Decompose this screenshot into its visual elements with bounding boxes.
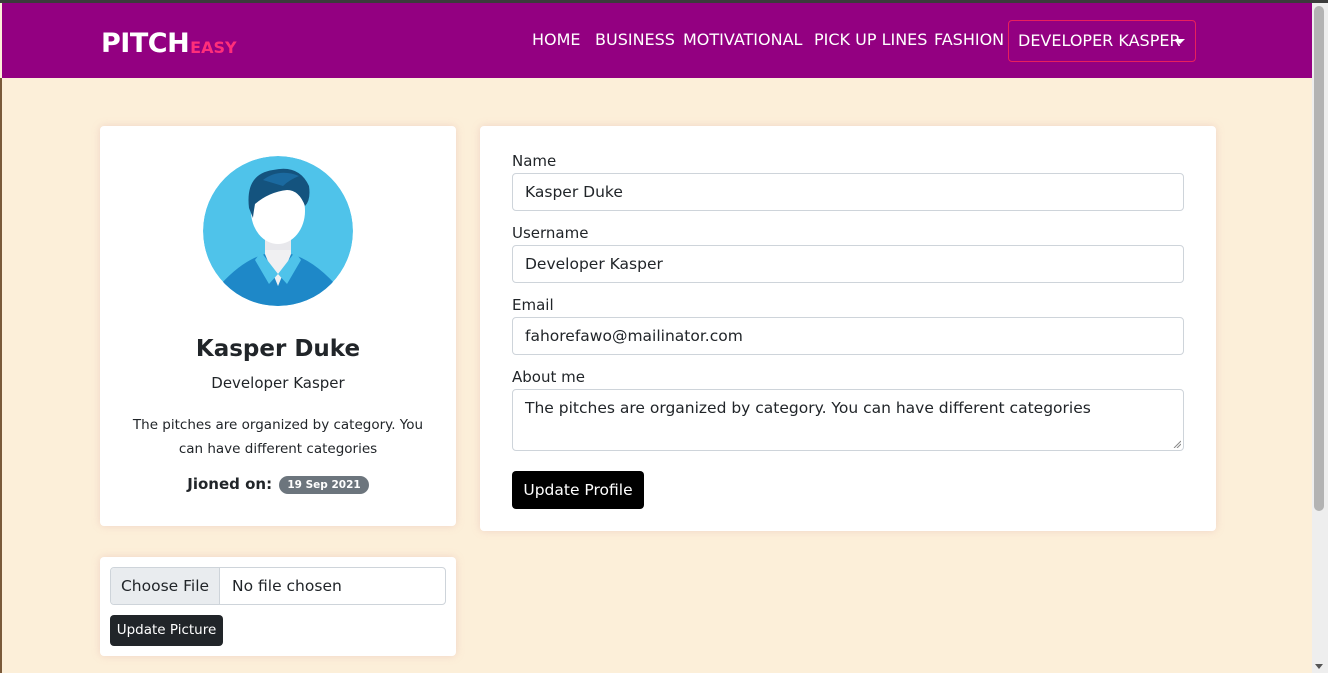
nav-link-business[interactable]: BUSINESS xyxy=(595,30,675,50)
nav-link-motivational[interactable]: MOTIVATIONAL xyxy=(683,30,802,50)
name-input[interactable]: Kasper Duke xyxy=(512,173,1184,211)
scrollbar[interactable] xyxy=(1312,3,1328,673)
choose-file-button[interactable]: Choose File xyxy=(111,568,220,604)
nav-link-fashion[interactable]: FASHION xyxy=(934,30,1004,50)
about-label: About me xyxy=(512,368,585,386)
profile-card: Kasper Duke Developer Kasper The pitches… xyxy=(100,126,456,526)
scroll-down-arrow-icon[interactable] xyxy=(1315,664,1323,669)
window-left-edge xyxy=(0,78,2,673)
user-avatar-icon xyxy=(203,156,353,306)
nav-link-home[interactable]: HOME xyxy=(532,30,581,50)
picture-upload-card: Choose File No file chosen Update Pictur… xyxy=(100,557,456,656)
resize-grip-icon[interactable] xyxy=(1173,440,1181,448)
about-textarea[interactable]: The pitches are organized by category. Y… xyxy=(512,389,1184,451)
username-input[interactable]: Developer Kasper xyxy=(512,245,1184,283)
profile-bio: The pitches are organized by category. Y… xyxy=(132,417,424,457)
nav-link-pick-up-lines[interactable]: PICK UP LINES xyxy=(814,30,927,50)
update-profile-button[interactable]: Update Profile xyxy=(512,471,644,509)
name-label: Name xyxy=(512,152,557,170)
avatar xyxy=(203,156,353,306)
profile-username: Developer Kasper xyxy=(211,374,345,392)
joined-date-badge: 19 Sep 2021 xyxy=(279,475,369,494)
navbar: PITCH EASY HOME BUSINESS MOTIVATIONAL PI… xyxy=(2,3,1312,78)
profile-name: Kasper Duke xyxy=(195,336,361,362)
username-label: Username xyxy=(512,224,589,242)
file-status-text: No file chosen xyxy=(232,577,342,595)
email-label: Email xyxy=(512,296,554,314)
about-text: The pitches are organized by category. Y… xyxy=(525,399,1091,417)
email-input[interactable]: fahorefawo@mailinator.com xyxy=(512,317,1184,355)
profile-form-card: Name Kasper Duke Username Developer Kasp… xyxy=(480,126,1216,531)
scrollbar-thumb[interactable] xyxy=(1314,6,1324,511)
update-picture-button[interactable]: Update Picture xyxy=(110,615,223,646)
joined-label: Jioned on: xyxy=(187,475,273,493)
joined-info: Jioned on: 19 Sep 2021 xyxy=(100,475,456,494)
caret-down-icon xyxy=(1175,39,1185,44)
file-input[interactable]: Choose File No file chosen xyxy=(110,567,446,605)
user-menu-label: DEVELOPER KASPER xyxy=(1018,31,1181,50)
user-menu-dropdown[interactable]: DEVELOPER KASPER xyxy=(1008,20,1196,62)
